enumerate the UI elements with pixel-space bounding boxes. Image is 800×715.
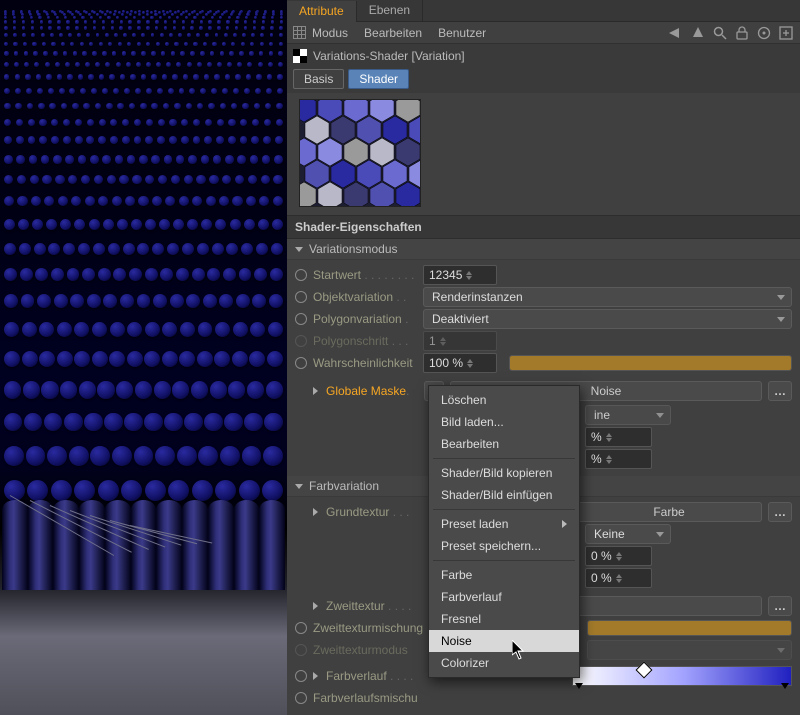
select-polygonvariation[interactable]: Deaktiviert <box>423 309 792 329</box>
ctx-bearbeiten[interactable]: Bearbeiten <box>429 433 579 455</box>
input-grund-p1[interactable]: 0 % <box>585 546 652 566</box>
tab-ebenen[interactable]: Ebenen <box>357 0 423 21</box>
label-zweittextur: Zweittextur . . . . <box>326 599 424 613</box>
ctx-farbverlauf[interactable]: Farbverlauf <box>429 586 579 608</box>
target-icon[interactable] <box>756 25 772 41</box>
shader-subtabs: Basis Shader <box>287 67 800 93</box>
shader-preview[interactable] <box>299 99 421 207</box>
disclosure-icon[interactable] <box>313 508 322 516</box>
disclosure-icon <box>295 484 303 489</box>
ctx-noise[interactable]: Noise <box>429 630 579 652</box>
label-grundtextur: Grundtextur . . . <box>326 505 424 519</box>
input-startwert[interactable]: 12345 <box>423 265 497 285</box>
label-zweittexturmodus: Zweittexturmodus <box>313 643 441 657</box>
disclosure-icon[interactable] <box>313 672 322 680</box>
input-wahrscheinlichkeit[interactable]: 100 % <box>423 353 497 373</box>
label-wahrscheinlichkeit: Wahrscheinlichkeit <box>313 356 423 370</box>
texture-slot-zweittextur[interactable] <box>576 596 762 616</box>
disclosure-icon[interactable] <box>313 602 322 610</box>
object-identity: Variations-Shader [Variation] <box>287 44 800 67</box>
ctx-shader-kopieren[interactable]: Shader/Bild kopieren <box>429 462 579 484</box>
shader-checker-icon <box>293 49 307 63</box>
anim-dot[interactable] <box>295 670 307 682</box>
menu-benutzer[interactable]: Benutzer <box>438 26 486 40</box>
anim-dot[interactable] <box>295 269 307 281</box>
disclosure-icon[interactable] <box>313 387 322 395</box>
browse-button[interactable]: … <box>768 502 792 522</box>
anim-dot[interactable] <box>295 622 307 634</box>
ctx-fresnel[interactable]: Fresnel <box>429 608 579 630</box>
select-grund-mode[interactable]: Keine <box>585 524 671 544</box>
disclosure-icon <box>295 247 303 252</box>
label-zweittexturmischung: Zweittexturmischung <box>313 621 441 635</box>
viewport-3d[interactable] <box>0 0 287 715</box>
input-mask-p1[interactable]: % <box>585 427 652 447</box>
slider-zweittexturmischung[interactable] <box>587 620 792 636</box>
group-variationsmodus[interactable]: Variationsmodus <box>287 239 800 260</box>
label-startwert: Startwert . . . . . . . . <box>313 268 423 282</box>
ctx-shader-einfuegen[interactable]: Shader/Bild einfügen <box>429 484 579 506</box>
slider-wahrscheinlichkeit[interactable] <box>509 355 792 371</box>
anim-dot[interactable] <box>295 357 307 369</box>
label-objektvariation: Objektvariation . . <box>313 290 423 304</box>
label-farbverlaufsmischung: Farbverlaufsmischu <box>313 691 441 705</box>
ctx-farbe[interactable]: Farbe <box>429 564 579 586</box>
select-objektvariation[interactable]: Renderinstanzen <box>423 287 792 307</box>
search-icon[interactable] <box>712 25 728 41</box>
gradient-farbverlauf[interactable] <box>572 666 792 686</box>
label-polygonvariation: Polygonvariation . <box>313 312 423 326</box>
label-globale-maske: Globale Maske. <box>326 384 424 398</box>
texture-context-menu: Löschen Bild laden... Bearbeiten Shader/… <box>428 385 580 678</box>
select-mask-blend[interactable]: ine <box>585 405 671 425</box>
select-zweittexturmodus <box>587 640 792 660</box>
anim-dot[interactable] <box>295 692 307 704</box>
label-farbverlauf: Farbverlauf . . . . <box>326 669 420 683</box>
browse-button[interactable]: … <box>768 381 792 401</box>
ctx-colorizer[interactable]: Colorizer <box>429 652 579 674</box>
subtab-shader[interactable]: Shader <box>348 69 409 89</box>
texture-slot-grundtextur[interactable]: Farbe <box>576 502 762 522</box>
anim-dot <box>295 335 307 347</box>
section-shader-eigenschaften: Shader-Eigenschaften <box>287 215 800 239</box>
input-polygonschritt: 1 <box>423 331 497 351</box>
layout-icon[interactable] <box>293 26 306 39</box>
input-mask-p2[interactable]: % <box>585 449 652 469</box>
ctx-loeschen[interactable]: Löschen <box>429 389 579 411</box>
up-icon[interactable] <box>690 25 706 41</box>
ctx-bild-laden[interactable]: Bild laden... <box>429 411 579 433</box>
new-instance-icon[interactable] <box>778 25 794 41</box>
object-name: Variations-Shader [Variation] <box>313 49 465 63</box>
lock-icon[interactable] <box>734 25 750 41</box>
browse-button[interactable]: … <box>768 596 792 616</box>
panel-tabs: Attribute Ebenen <box>287 0 800 22</box>
ctx-preset-laden[interactable]: Preset laden <box>429 513 579 535</box>
subtab-basis[interactable]: Basis <box>293 69 344 89</box>
ctx-preset-speichern[interactable]: Preset speichern... <box>429 535 579 557</box>
anim-dot[interactable] <box>295 313 307 325</box>
back-icon[interactable] <box>668 25 684 41</box>
panel-menubar: Modus Bearbeiten Benutzer <box>287 22 800 44</box>
menu-modus[interactable]: Modus <box>312 26 348 40</box>
label-polygonschritt: Polygonschritt . . . <box>313 334 423 348</box>
anim-dot[interactable] <box>295 291 307 303</box>
anim-dot <box>295 644 307 656</box>
tab-attribute[interactable]: Attribute <box>287 1 357 22</box>
menu-bearbeiten[interactable]: Bearbeiten <box>364 26 422 40</box>
attribute-panel: Attribute Ebenen Modus Bearbeiten Benutz… <box>287 0 800 715</box>
input-grund-p2[interactable]: 0 % <box>585 568 652 588</box>
